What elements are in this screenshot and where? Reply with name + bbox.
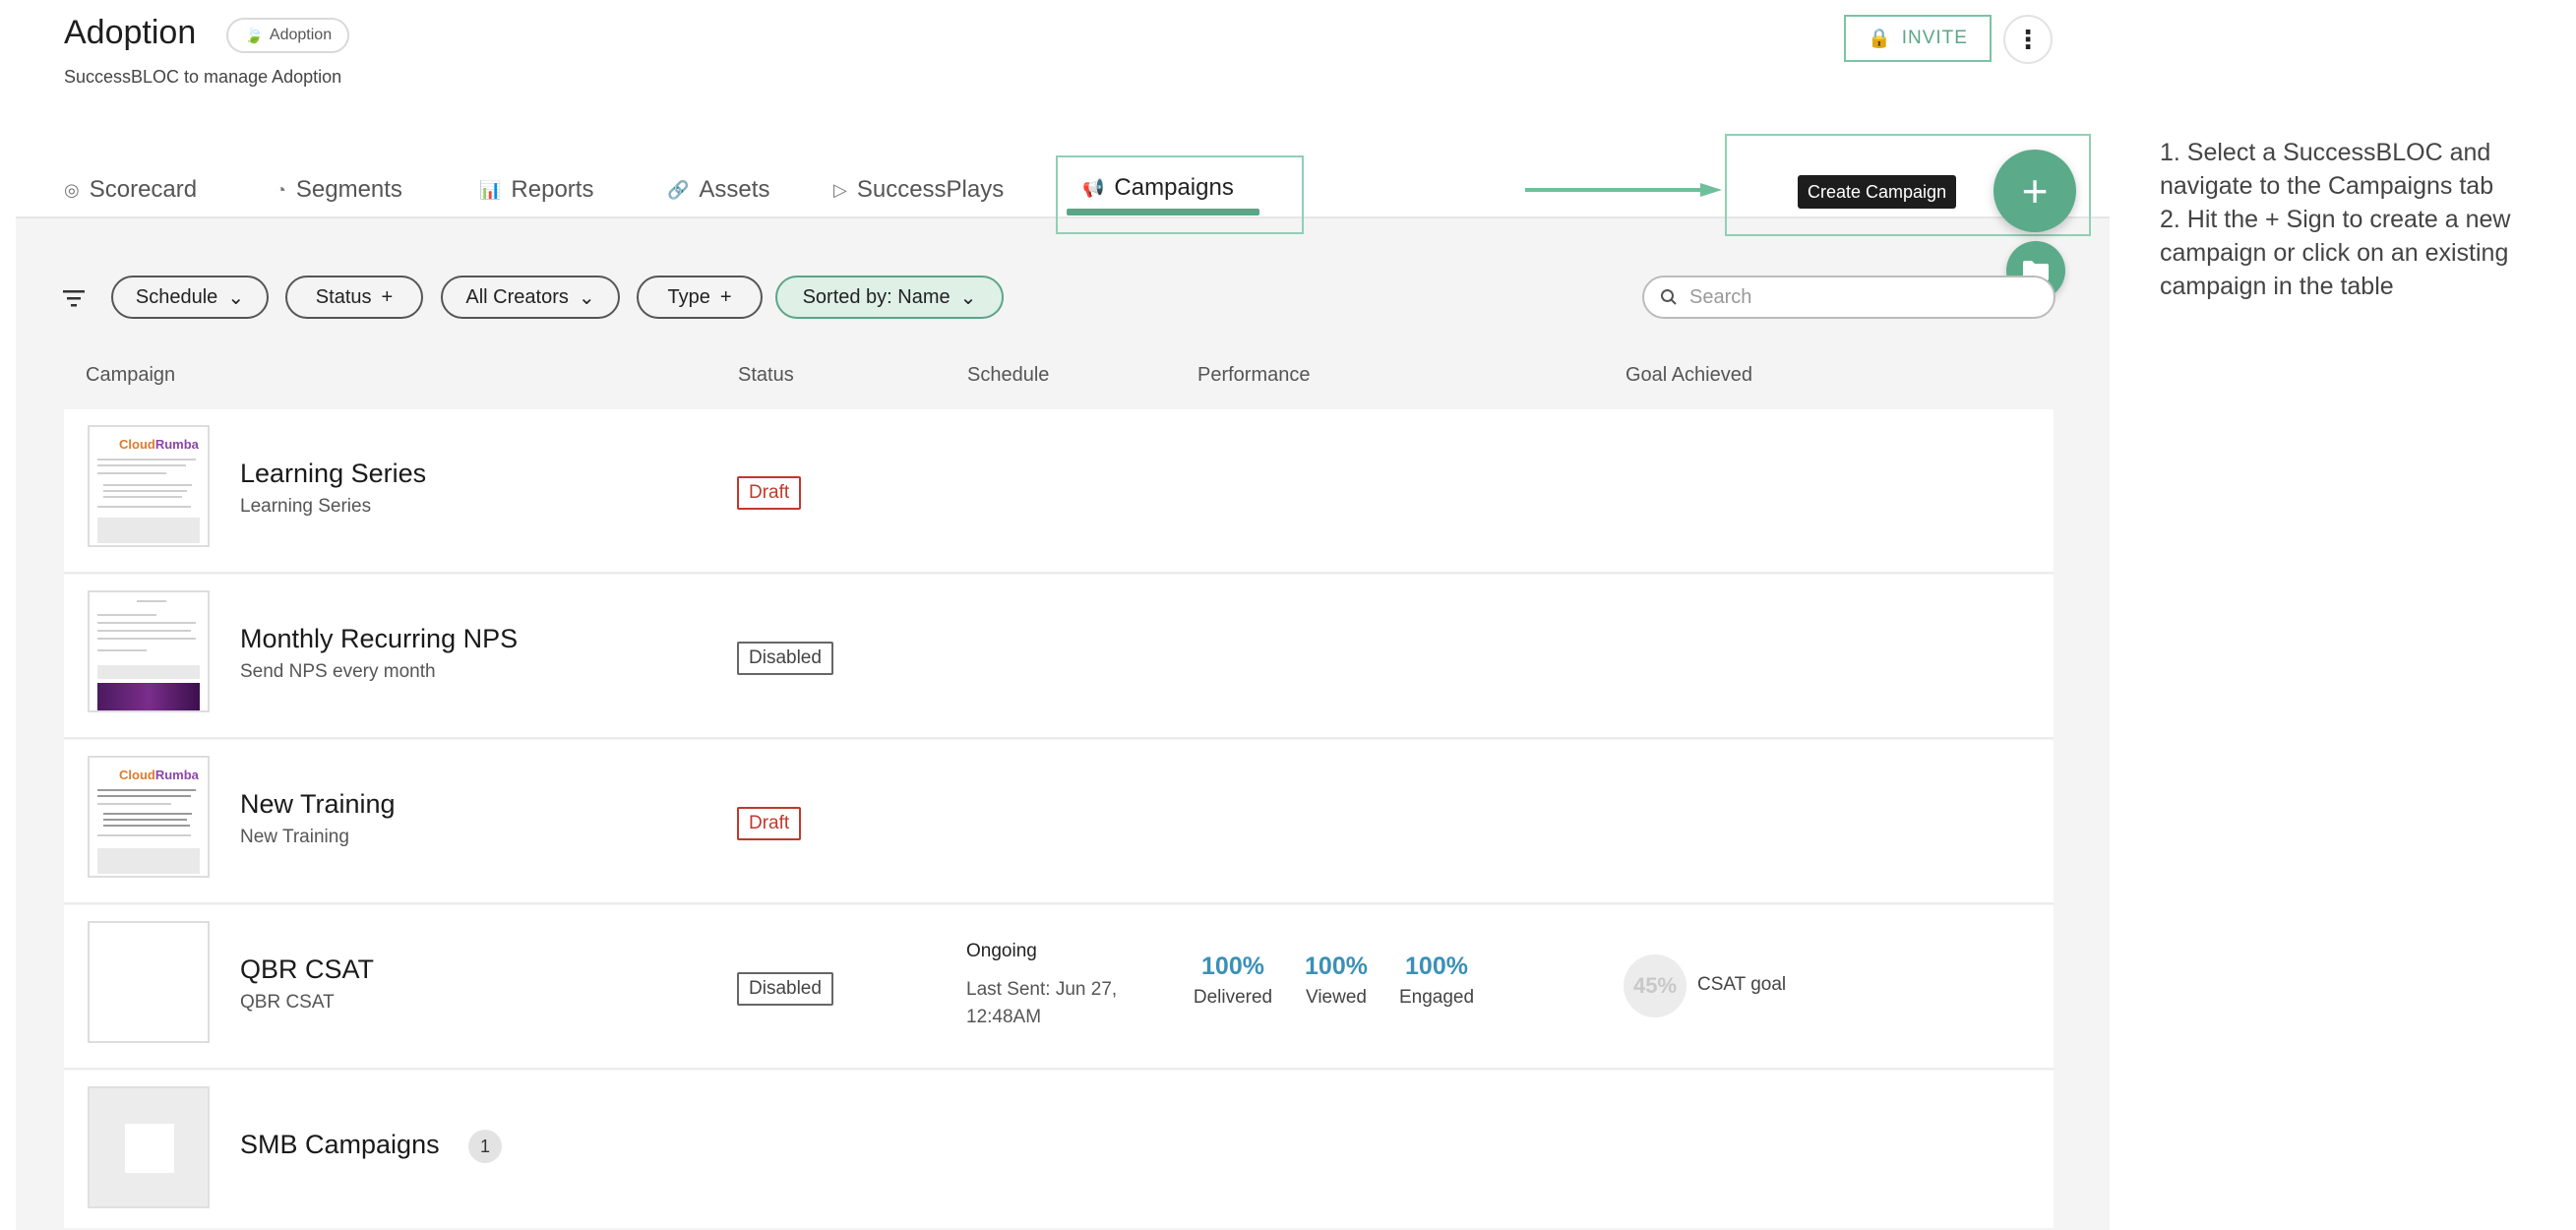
chip-label: All Creators bbox=[465, 285, 569, 308]
tab-successplays[interactable]: ▷ SuccessPlays bbox=[833, 167, 1004, 213]
perf-value: 100% bbox=[1405, 953, 1468, 980]
tab-reports[interactable]: 📊 Reports bbox=[479, 167, 593, 213]
campaigns-tab-highlight-box bbox=[1056, 155, 1304, 234]
status-badge: Draft bbox=[737, 476, 802, 510]
more-vertical-icon: ⋮ bbox=[2015, 24, 2041, 54]
sort-dropdown[interactable]: Sorted by: Name ⌄ bbox=[775, 276, 1004, 319]
perf-label: Delivered bbox=[1193, 987, 1273, 1008]
more-options-button[interactable]: ⋮ bbox=[2003, 15, 2053, 64]
creators-filter[interactable]: All Creators ⌄ bbox=[441, 276, 620, 319]
campaign-description: Learning Series bbox=[240, 496, 372, 517]
chip-label: Type bbox=[667, 285, 710, 308]
tab-label: Segments bbox=[295, 176, 402, 203]
logo: CloudRumba bbox=[119, 437, 199, 452]
reports-icon: 📊 bbox=[479, 179, 502, 200]
status-badge: Disabled bbox=[737, 642, 833, 675]
tab-label: Assets bbox=[699, 176, 770, 203]
chip-label: Sorted by: Name bbox=[802, 285, 951, 308]
search-input[interactable]: Search bbox=[1642, 276, 2055, 319]
perf-engaged: 100% Engaged bbox=[1387, 953, 1486, 1009]
logo: CloudRumba bbox=[119, 768, 199, 782]
chip-label: Status bbox=[315, 285, 372, 308]
campaign-description: QBR CSAT bbox=[240, 992, 335, 1013]
tab-scorecard[interactable]: ◎ Scorecard bbox=[64, 167, 197, 213]
create-campaign-tooltip: Create Campaign bbox=[1798, 175, 1957, 209]
page-title: Adoption bbox=[64, 14, 197, 51]
tab-label: SuccessPlays bbox=[856, 176, 1005, 203]
annotation-arrow bbox=[1525, 183, 1722, 197]
lock-icon: 🔒 bbox=[1868, 29, 1892, 49]
column-header-schedule: Schedule bbox=[967, 364, 1050, 386]
create-campaign-button[interactable]: + bbox=[1993, 150, 2076, 232]
perf-value: 100% bbox=[1305, 953, 1368, 980]
column-header-status: Status bbox=[738, 364, 794, 386]
campaign-description: New Training bbox=[240, 827, 349, 847]
campaign-thumbnail: CloudRumba bbox=[88, 425, 210, 547]
schedule-status: Ongoing bbox=[966, 941, 1037, 961]
column-header-campaign: Campaign bbox=[86, 364, 176, 386]
table-row[interactable]: Monthly Recurring NPS Send NPS every mon… bbox=[64, 575, 2054, 739]
invite-label: INVITE bbox=[1901, 28, 1968, 48]
chip-label: Schedule bbox=[135, 285, 218, 308]
table-row[interactable]: CloudRumba Learning Series Learning Seri… bbox=[64, 409, 2054, 574]
status-badge: Draft bbox=[737, 807, 802, 840]
perf-label: Viewed bbox=[1306, 987, 1367, 1008]
perf-value: 100% bbox=[1201, 953, 1264, 980]
filter-icon[interactable] bbox=[61, 287, 87, 309]
schedule-filter[interactable]: Schedule ⌄ bbox=[111, 276, 269, 319]
plus-icon: + bbox=[381, 285, 394, 308]
chevron-down-icon: ⌄ bbox=[227, 286, 245, 309]
bloc-type-label: Adoption bbox=[269, 27, 333, 43]
assets-icon: 🔗 bbox=[667, 179, 690, 200]
tab-assets[interactable]: 🔗 Assets bbox=[667, 167, 769, 213]
table-row[interactable]: QBR CSAT QBR CSAT Disabled Ongoing Last … bbox=[64, 905, 2054, 1070]
plus-icon: + bbox=[719, 285, 732, 308]
campaign-name[interactable]: Monthly Recurring NPS bbox=[240, 624, 518, 654]
app: Adoption 🍃 Adoption SuccessBLOC to manag… bbox=[0, 0, 2125, 1230]
tab-segments[interactable]: ◔ Segments bbox=[276, 167, 402, 213]
campaign-name[interactable]: New Training bbox=[240, 789, 396, 820]
type-filter[interactable]: Type + bbox=[637, 276, 763, 319]
play-icon: ▷ bbox=[833, 179, 847, 200]
page-subtitle: SuccessBLOC to manage Adoption bbox=[64, 67, 342, 87]
campaign-thumbnail bbox=[88, 590, 210, 712]
table-row[interactable]: SMB Campaigns 1 bbox=[64, 1071, 2054, 1228]
perf-label: Engaged bbox=[1398, 987, 1475, 1008]
invite-button[interactable]: 🔒 INVITE bbox=[1844, 15, 1992, 62]
status-filter[interactable]: Status + bbox=[285, 276, 423, 319]
campaign-thumbnail: CloudRumba bbox=[88, 756, 210, 878]
table-row[interactable]: CloudRumba New Training New Training Dra… bbox=[64, 740, 2054, 904]
search-icon bbox=[1661, 289, 1677, 305]
schedule-last-sent: Last Sent: Jun 27, 12:48AM bbox=[966, 979, 1118, 1027]
bloc-type-badge: 🍃 Adoption bbox=[226, 18, 350, 53]
status-badge: Disabled bbox=[737, 972, 833, 1006]
campaign-description: Send NPS every month bbox=[240, 661, 436, 682]
chevron-down-icon: ⌄ bbox=[959, 286, 977, 309]
instruction-step-2: 2. Hit the + Sign to create a new campai… bbox=[2160, 206, 2511, 300]
chevron-down-icon: ⌄ bbox=[578, 286, 595, 309]
folder-thumbnail bbox=[88, 1086, 210, 1208]
tab-label: Scorecard bbox=[89, 176, 198, 203]
plus-icon: + bbox=[2021, 165, 2049, 216]
perf-delivered: 100% Delivered bbox=[1184, 953, 1282, 1009]
column-header-performance: Performance bbox=[1197, 364, 1311, 386]
campaign-name[interactable]: Learning Series bbox=[240, 459, 426, 489]
tab-label: Reports bbox=[511, 176, 594, 203]
folder-count-badge: 1 bbox=[468, 1130, 502, 1163]
campaign-thumbnail bbox=[88, 921, 210, 1043]
instruction-step-1: 1. Select a SuccessBLOC and navigate to … bbox=[2160, 139, 2494, 200]
scorecard-icon: ◎ bbox=[64, 179, 80, 200]
instructions: 1. Select a SuccessBLOC and navigate to … bbox=[2160, 136, 2563, 303]
campaign-name[interactable]: QBR CSAT bbox=[240, 954, 374, 985]
column-header-goal-achieved: Goal Achieved bbox=[1625, 364, 1752, 386]
segments-icon: ◔ bbox=[276, 179, 286, 200]
leaf-icon: 🍃 bbox=[244, 28, 264, 44]
folder-name[interactable]: SMB Campaigns bbox=[240, 1130, 440, 1160]
goal-progress-circle: 45% bbox=[1624, 954, 1687, 1017]
search-placeholder: Search bbox=[1689, 285, 1752, 308]
perf-viewed: 100% Viewed bbox=[1292, 953, 1380, 1009]
goal-label: CSAT goal bbox=[1697, 974, 1787, 995]
